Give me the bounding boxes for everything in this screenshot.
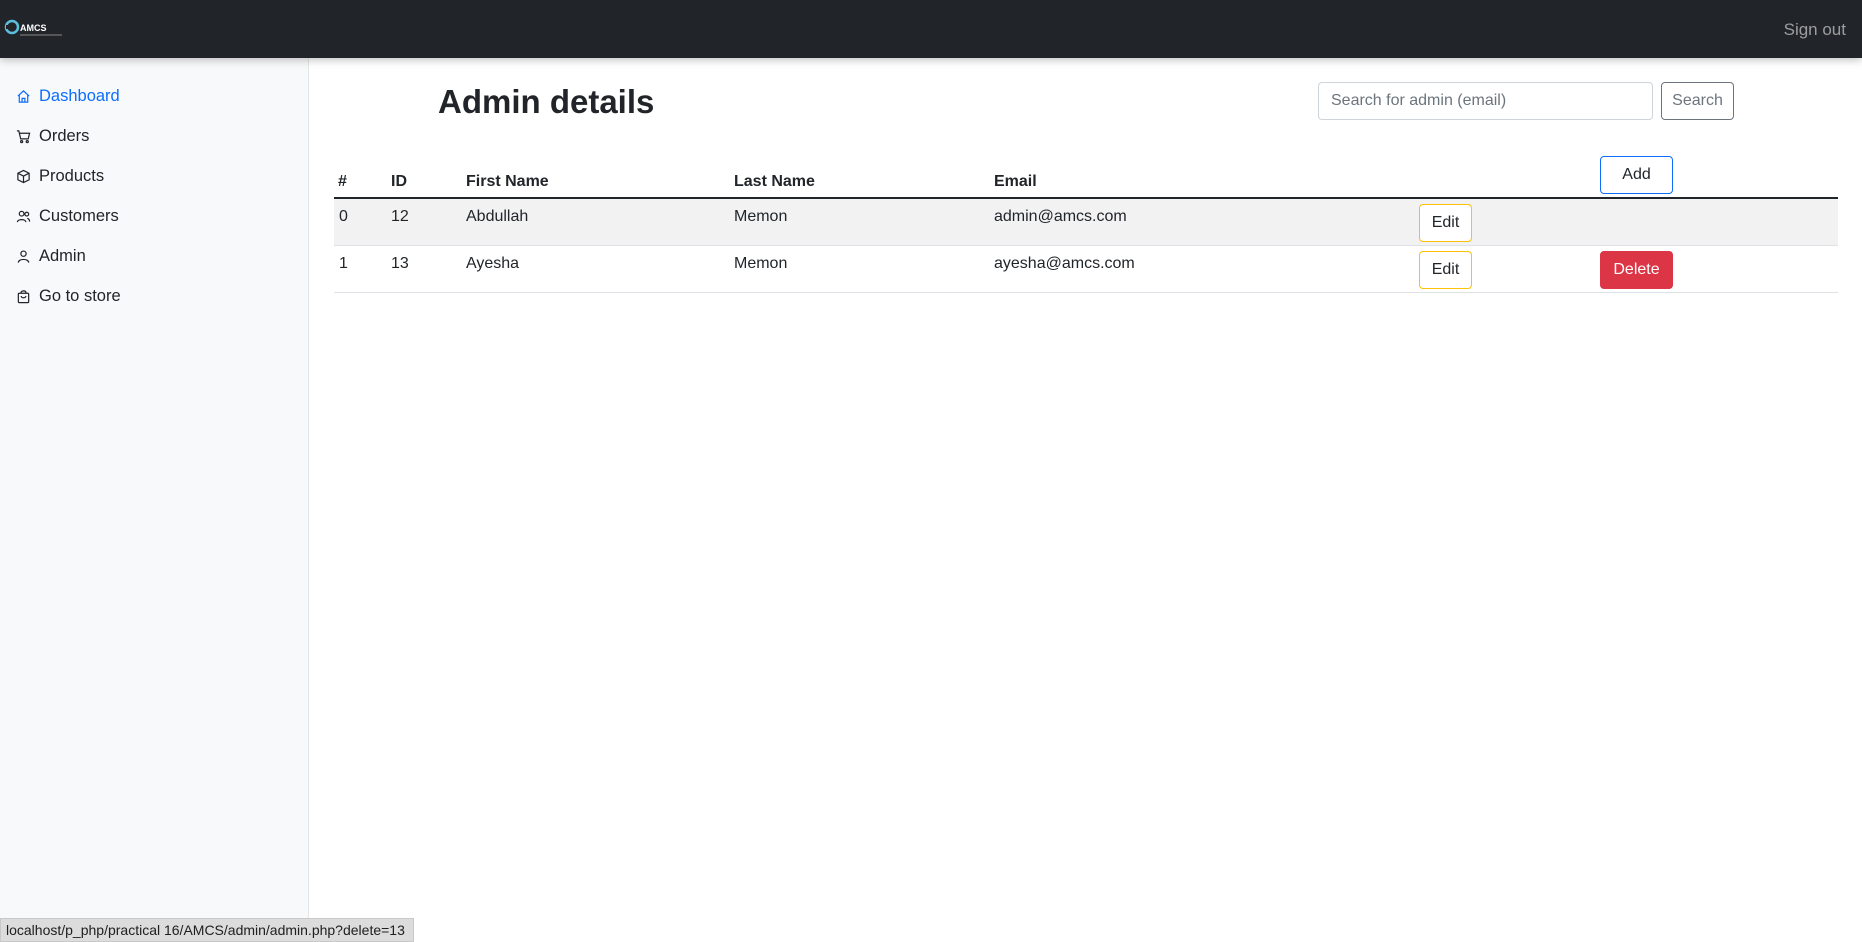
cell-email: admin@amcs.com <box>994 208 1127 225</box>
sidebar-item-admin[interactable]: Admin <box>16 244 86 268</box>
column-header-email: Email <box>994 173 1037 190</box>
add-admin-button[interactable]: Add <box>1600 156 1673 194</box>
cell-last-name: Memon <box>734 208 788 225</box>
sidebar-item-label: Orders <box>39 126 90 145</box>
shopping-bag-icon <box>17 289 30 303</box>
amcs-logo-icon: AMCS <box>4 19 62 36</box>
page-title: Admin details <box>438 83 655 120</box>
user-icon <box>17 249 30 263</box>
column-header-last-name: Last Name <box>734 173 815 190</box>
cell-last-name: Memon <box>734 255 788 272</box>
cell-id: 12 <box>391 208 409 225</box>
table-header: # ID First Name Last Name Email Add <box>334 155 1838 199</box>
cell-email: ayesha@amcs.com <box>994 255 1135 272</box>
users-icon <box>16 210 31 222</box>
edit-button[interactable]: Edit <box>1419 251 1472 289</box>
table-row: 0 12 Abdullah Memon admin@amcs.com Edit <box>334 199 1838 246</box>
delete-button[interactable]: Delete <box>1600 251 1673 289</box>
sidebar-item-products[interactable]: Products <box>16 164 104 188</box>
cell-first-name: Ayesha <box>466 255 520 272</box>
table-row: 1 13 Ayesha Memon ayesha@amcs.com Edit D… <box>334 246 1838 293</box>
sidebar-item-dashboard[interactable]: Dashboard <box>16 84 120 108</box>
column-header-index: # <box>338 173 347 190</box>
search-button[interactable]: Search <box>1661 82 1734 120</box>
sidebar-item-customers[interactable]: Customers <box>16 204 119 228</box>
cell-id: 13 <box>391 255 409 272</box>
cart-icon <box>16 129 31 143</box>
sidebar-item-label: Go to store <box>39 286 121 305</box>
brand-logo[interactable]: AMCS <box>4 18 64 40</box>
sidebar-item-label: Customers <box>39 206 119 225</box>
column-header-id: ID <box>391 173 407 190</box>
sidebar-item-label: Products <box>39 166 105 185</box>
top-navbar: AMCS Sign out <box>0 0 1862 58</box>
cell-first-name: Abdullah <box>466 208 529 225</box>
browser-status-url: localhost/p_php/practical 16/AMCS/admin/… <box>0 918 414 942</box>
sidebar: Dashboard Orders Products Customers Admi… <box>0 58 309 942</box>
svg-text:AMCS: AMCS <box>20 23 47 33</box>
cell-index: 0 <box>339 208 348 225</box>
sidebar-item-go-to-store[interactable]: Go to store <box>16 284 121 308</box>
box-icon <box>17 169 30 183</box>
sidebar-item-orders[interactable]: Orders <box>16 124 89 148</box>
column-header-first-name: First Name <box>466 173 549 190</box>
edit-button[interactable]: Edit <box>1419 204 1472 242</box>
sidebar-item-label: Dashboard <box>39 86 120 105</box>
signout-link[interactable]: Sign out <box>1784 20 1846 40</box>
sidebar-item-label: Admin <box>39 246 86 265</box>
admin-table: # ID First Name Last Name Email Add 0 12… <box>334 155 1838 293</box>
cell-index: 1 <box>339 255 348 272</box>
search-input[interactable] <box>1318 82 1653 120</box>
home-icon <box>17 89 30 103</box>
